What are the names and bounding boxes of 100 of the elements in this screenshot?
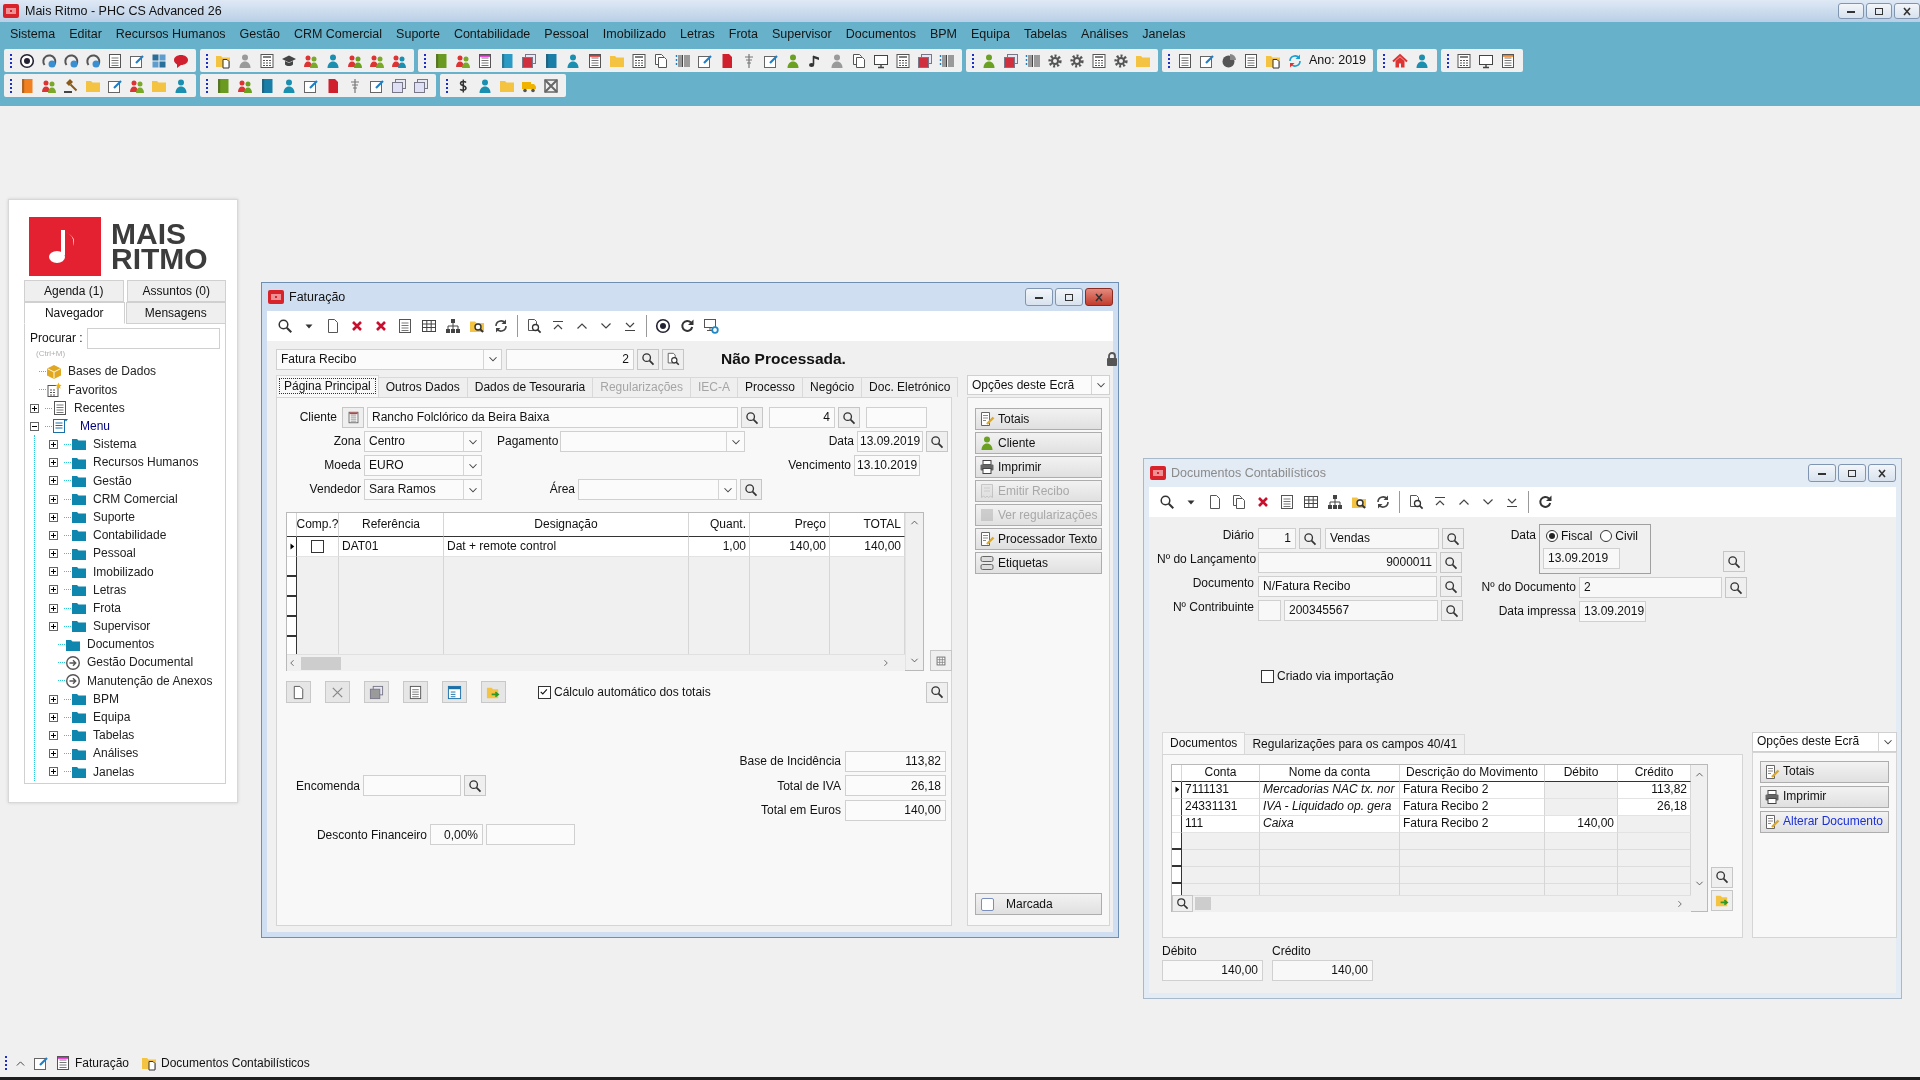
menu-bar-entry[interactable]: Sistema (3, 26, 63, 42)
search-button[interactable] (740, 479, 762, 500)
grip-handle[interactable] (205, 52, 209, 69)
tree-item[interactable]: Sistema (93, 437, 137, 452)
search-button[interactable] (1172, 895, 1193, 913)
person-icon[interactable] (785, 52, 801, 69)
minimize-button[interactable] (1025, 288, 1053, 306)
plus-box-icon[interactable] (49, 603, 58, 613)
link-button[interactable]: Alterar Documento (1760, 810, 1889, 833)
taxpayer-field[interactable]: 200345567 (1284, 600, 1438, 621)
search-icon[interactable] (1159, 494, 1175, 510)
entry-number-field[interactable]: 9000011 (1258, 552, 1437, 573)
gear-icon[interactable] (1113, 52, 1129, 69)
text-field[interactable] (866, 407, 927, 428)
action-button[interactable]: Etiquetas (975, 552, 1102, 574)
edit-icon[interactable] (107, 77, 123, 94)
tab[interactable]: Doc. Eletrónico (861, 377, 959, 397)
grip-handle[interactable] (9, 52, 13, 69)
row-header[interactable] (287, 537, 297, 557)
tab[interactable]: Assuntos (0) (126, 280, 226, 302)
total-field[interactable]: 113,82 (845, 750, 946, 772)
minimize-button[interactable] (1838, 3, 1864, 19)
list-icon[interactable] (1279, 494, 1295, 510)
circle-badge-icon[interactable] (19, 52, 35, 69)
tree-item[interactable]: Tabelas (93, 728, 135, 743)
search-button[interactable] (1725, 577, 1747, 598)
globe-icon[interactable] (63, 52, 79, 69)
document-type-dropdown[interactable]: Fatura Recibo (276, 348, 502, 370)
barcode-icon[interactable] (675, 52, 691, 69)
grip-handle[interactable] (423, 52, 427, 69)
document-search-icon[interactable] (1408, 494, 1424, 510)
documents-icon[interactable] (851, 52, 867, 69)
edit-icon[interactable] (763, 52, 779, 69)
action-button[interactable]: Cliente (975, 432, 1102, 454)
home-icon[interactable] (1392, 52, 1408, 69)
row-header[interactable] (1172, 781, 1182, 799)
monitor-icon[interactable] (873, 52, 889, 69)
tree-item[interactable]: Manutenção de Anexos (87, 673, 213, 689)
order-field[interactable] (363, 775, 461, 797)
plus-box-icon[interactable] (49, 712, 58, 722)
tree-item[interactable]: Documentos (87, 637, 155, 652)
search-button[interactable] (926, 681, 948, 703)
search-field[interactable] (86, 328, 220, 349)
tree-item[interactable]: Janelas (93, 764, 135, 779)
plus-box-icon[interactable] (49, 767, 58, 777)
refresh-icon[interactable] (1287, 52, 1303, 69)
plus-box-icon[interactable] (30, 403, 39, 413)
calculator-icon[interactable] (895, 52, 911, 69)
menu-bar-entry[interactable]: Letras (673, 26, 722, 42)
search-button[interactable] (1440, 576, 1462, 597)
list-icon[interactable] (477, 52, 493, 69)
tree-item[interactable]: Gestão Documental (87, 655, 194, 670)
plus-box-icon[interactable] (49, 694, 58, 704)
stack-icon[interactable] (1003, 52, 1019, 69)
list-icon[interactable] (1177, 52, 1193, 69)
minimize-button[interactable] (1808, 464, 1836, 482)
plus-box-icon[interactable] (49, 494, 58, 504)
tree-item[interactable]: Favoritos (68, 382, 118, 398)
client-name-field[interactable]: Rancho Folclórico da Beira Baixa (367, 407, 738, 428)
radio-circle[interactable] (1546, 530, 1558, 543)
grip-handle[interactable] (1446, 52, 1450, 69)
scrollbar-thumb[interactable] (301, 656, 341, 670)
total-field[interactable]: 140,00 (845, 799, 946, 821)
calculator-button[interactable] (930, 650, 952, 671)
grip-handle[interactable] (445, 77, 449, 94)
grip-handle[interactable] (205, 77, 209, 94)
debit-total-field[interactable]: 140,00 (1162, 960, 1263, 981)
globe-icon[interactable] (41, 52, 57, 69)
action-button[interactable]: Imprimir (975, 456, 1102, 478)
search-icon[interactable] (277, 318, 293, 334)
row-tool-button[interactable] (286, 681, 311, 703)
person-icon[interactable] (1414, 52, 1430, 69)
action-button[interactable]: Totais (975, 408, 1102, 430)
menu-bar-entry[interactable]: Janelas (1135, 26, 1193, 42)
text-field[interactable] (1258, 600, 1281, 621)
close-button[interactable] (1894, 3, 1920, 19)
search-button[interactable] (1441, 600, 1463, 621)
search-button[interactable] (838, 407, 860, 428)
scrollbar-thumb[interactable] (1195, 897, 1211, 911)
search-button[interactable] (741, 407, 763, 428)
tree-item[interactable]: Análises (93, 746, 139, 761)
radio-button[interactable]: Fiscal (1546, 529, 1593, 544)
taskbar-item[interactable]: Faturação (55, 1055, 130, 1071)
calculator-icon[interactable] (1091, 52, 1107, 69)
tree-item[interactable]: Menu (80, 419, 111, 434)
person-icon[interactable] (173, 77, 189, 94)
circle-badge-icon[interactable] (655, 318, 671, 334)
pie-chart-icon[interactable] (1221, 52, 1237, 69)
tree-item[interactable]: Equipa (93, 710, 131, 725)
refresh-icon[interactable] (1375, 494, 1391, 510)
search-button[interactable] (1442, 528, 1464, 549)
currency-dropdown[interactable]: EURO (364, 455, 482, 476)
search-button[interactable] (662, 348, 684, 370)
options-dropdown[interactable]: Opções deste Ecrã (1752, 731, 1897, 752)
plus-box-icon[interactable] (49, 730, 58, 740)
menu-bar-entry[interactable]: Contabilidade (446, 26, 538, 42)
book-icon[interactable] (543, 52, 559, 69)
person-icon[interactable] (981, 52, 997, 69)
year-label[interactable]: Ano: 2019 (1309, 53, 1366, 68)
date-field[interactable]: 13.09.2019 (1543, 548, 1620, 569)
